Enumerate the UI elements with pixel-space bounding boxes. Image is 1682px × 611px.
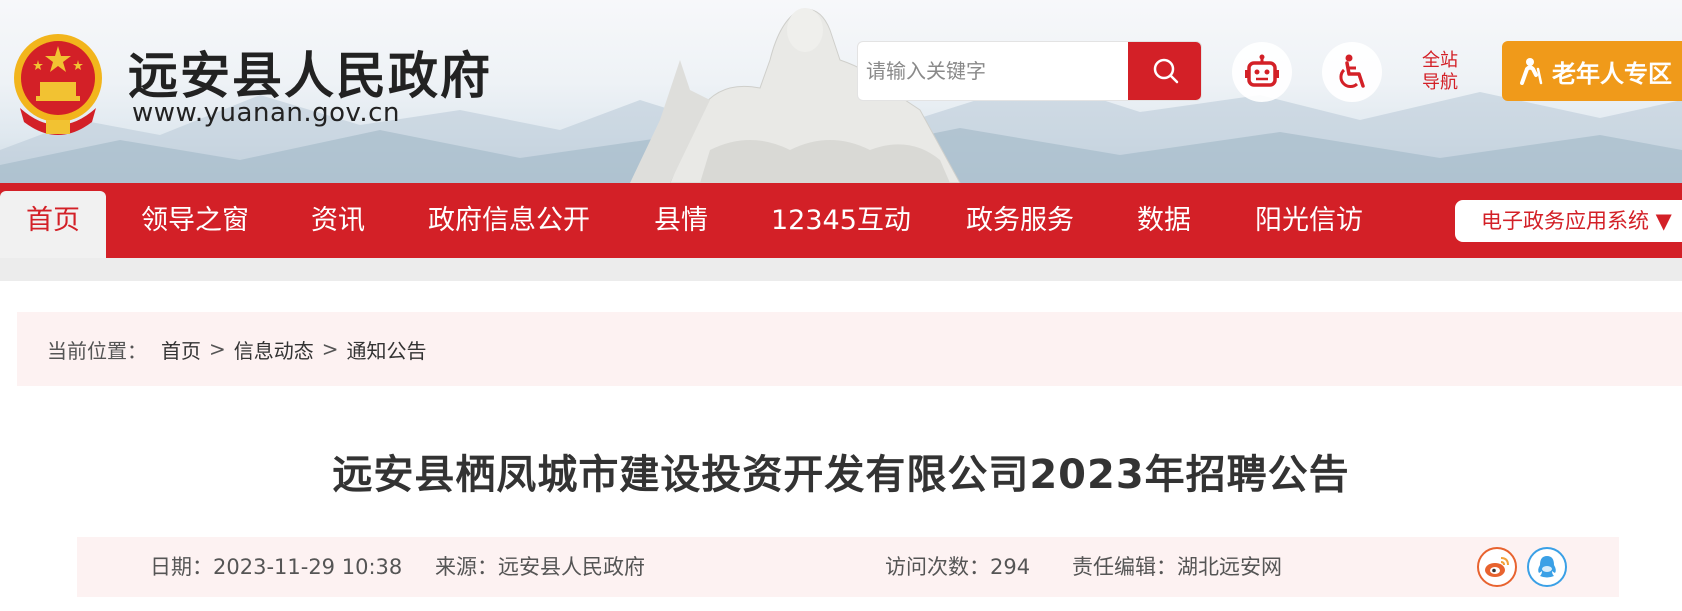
nav-item-leaders[interactable]: 领导之窗 bbox=[141, 183, 249, 258]
robot-assistant-button[interactable] bbox=[1232, 42, 1292, 102]
qq-icon bbox=[1538, 556, 1556, 578]
date-value: 2023-11-29 10:38 bbox=[213, 555, 403, 579]
sitemap-label-line1: 全站 bbox=[1422, 50, 1458, 71]
breadcrumb-separator: > bbox=[321, 337, 339, 361]
elder-zone-button[interactable]: 老年人专区 bbox=[1502, 41, 1682, 101]
article-title: 远安县栖凤城市建设投资开发有限公司2023年招聘公告 bbox=[332, 452, 1350, 498]
nav-item-gov-info[interactable]: 政府信息公开 bbox=[428, 183, 590, 258]
search-input[interactable] bbox=[858, 42, 1128, 100]
article-meta-bar: 日期：2023-11-29 10:38 来源：远安县人民政府 访问次数：294 … bbox=[77, 537, 1619, 597]
site-header: 远安县人民政府 www.yuanan.gov.cn 请输入关键字 全站 导航 老… bbox=[0, 0, 1682, 183]
sitemap-label-line2: 导航 bbox=[1422, 72, 1458, 93]
breadcrumb-notice-link[interactable]: 通知公告 bbox=[347, 335, 427, 364]
egov-systems-dropdown[interactable]: 电子政务应用系统 ▼ bbox=[1455, 200, 1682, 242]
search-button[interactable] bbox=[1128, 42, 1201, 100]
article-source: 来源：远安县人民政府 bbox=[435, 537, 645, 597]
breadcrumb-label: 当前位置： bbox=[47, 338, 147, 363]
article-editor: 责任编辑：湖北远安网 bbox=[1072, 537, 1282, 597]
nav-bottom-strip bbox=[0, 258, 1682, 281]
breadcrumb-separator: > bbox=[209, 337, 226, 361]
accessibility-button[interactable] bbox=[1322, 42, 1382, 102]
breadcrumb-home-link[interactable]: 首页 bbox=[161, 335, 201, 364]
main-navigation: 首页 领导之窗 资讯 政府信息公开 县情 12345互动 政务服务 数据 阳光信… bbox=[0, 183, 1682, 266]
editor-label: 责任编辑： bbox=[1072, 555, 1177, 579]
nav-item-gov-services[interactable]: 政务服务 bbox=[966, 183, 1074, 258]
nav-item-petition[interactable]: 阳光信访 bbox=[1255, 183, 1363, 258]
share-qq-button[interactable] bbox=[1527, 547, 1567, 587]
source-value: 远安县人民政府 bbox=[498, 555, 645, 579]
weibo-icon bbox=[1485, 557, 1509, 577]
visits-value: 294 bbox=[990, 555, 1031, 579]
nav-item-home[interactable]: 首页 bbox=[0, 191, 106, 266]
nav-item-news[interactable]: 资讯 bbox=[311, 183, 365, 258]
elder-person-icon bbox=[1520, 58, 1543, 85]
elder-zone-label: 老年人专区 bbox=[1552, 59, 1672, 88]
source-label: 来源： bbox=[435, 555, 498, 579]
article-date: 日期：2023-11-29 10:38 bbox=[150, 537, 402, 597]
wheelchair-icon bbox=[1339, 54, 1365, 89]
article-visits: 访问次数：294 bbox=[885, 537, 1030, 597]
visits-label: 访问次数： bbox=[885, 555, 990, 579]
robot-icon bbox=[1245, 54, 1279, 87]
national-emblem-logo bbox=[14, 34, 102, 135]
site-navigation-button[interactable]: 全站 导航 bbox=[1410, 46, 1470, 98]
search-box bbox=[857, 41, 1202, 101]
date-label: 日期： bbox=[150, 555, 213, 579]
nav-item-12345[interactable]: 12345互动 bbox=[771, 183, 911, 258]
site-url: www.yuanan.gov.cn bbox=[132, 98, 400, 128]
search-icon bbox=[1153, 58, 1178, 84]
nav-item-data[interactable]: 数据 bbox=[1137, 183, 1191, 258]
editor-value: 湖北远安网 bbox=[1177, 555, 1282, 579]
share-weibo-button[interactable] bbox=[1477, 547, 1517, 587]
breadcrumb-info-link[interactable]: 信息动态 bbox=[234, 335, 314, 364]
nav-item-county-info[interactable]: 县情 bbox=[654, 183, 708, 258]
breadcrumb: 当前位置： 首页 > 信息动态 > 通知公告 bbox=[17, 312, 1682, 386]
